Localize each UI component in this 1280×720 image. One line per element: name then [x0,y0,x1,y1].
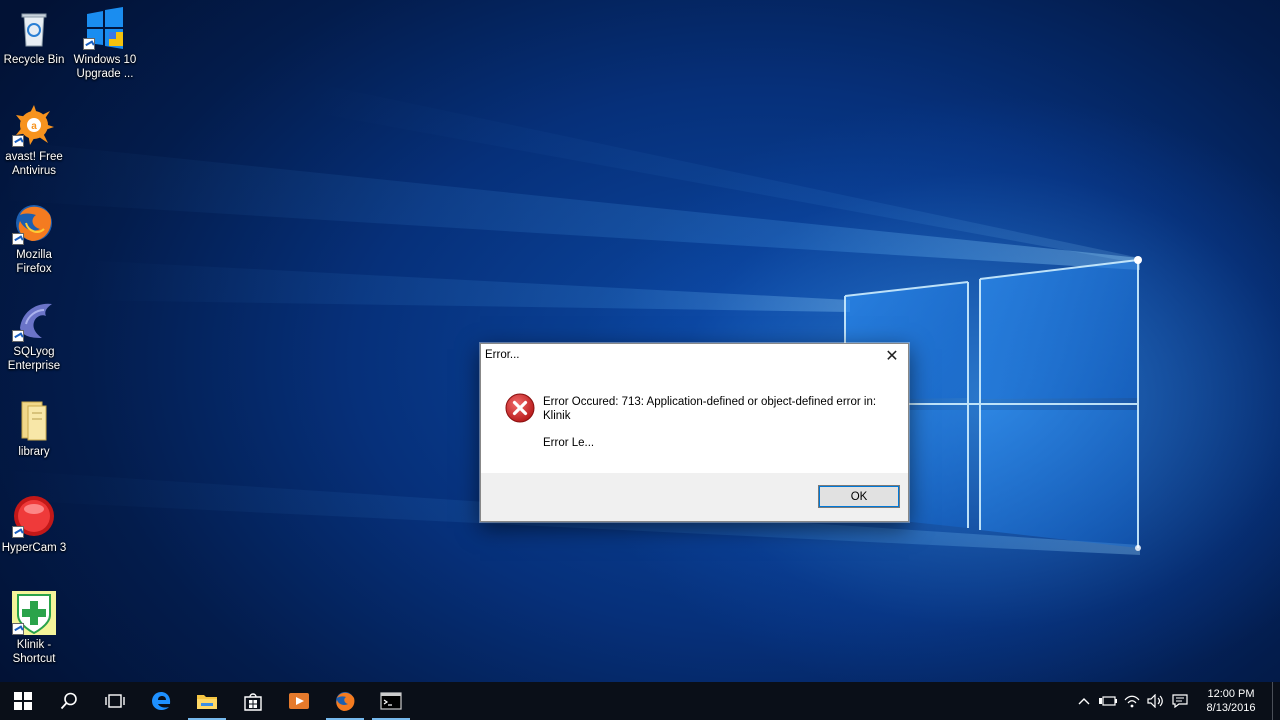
close-icon: ✕ [885,348,899,365]
taskbar-file-explorer[interactable] [184,682,230,720]
desktop-icon-label: Windows 10 Upgrade ... [73,54,137,80]
search-button[interactable] [46,682,92,720]
taskbar-store[interactable] [230,682,276,720]
dialog-title: Error... [485,349,520,361]
ok-button[interactable]: OK [818,485,900,508]
desktop-icon-klinik[interactable]: Klinik - Shortcut [0,591,68,666]
taskbar-firefox[interactable] [322,682,368,720]
shortcut-arrow-icon [12,623,24,635]
notification-icon [1172,694,1188,708]
dialog-footer: OK [481,473,908,521]
folder-icon [197,695,217,709]
media-player-icon [289,693,309,709]
clock-date: 8/13/2016 [1206,702,1256,714]
clock[interactable]: 12:00 PM 8/13/2016 [1192,687,1270,715]
shortcut-arrow-icon [12,330,24,342]
desktop-icon-windows-10-upgrade[interactable]: Windows 10 Upgrade ... [71,6,139,81]
shortcut-arrow-icon [12,526,24,538]
taskbar-media-player[interactable] [276,682,322,720]
battery-icon [1099,696,1117,706]
desktop-icon-recycle-bin[interactable]: Recycle Bin [0,6,68,67]
taskbar: 12:00 PM 8/13/2016 [0,682,1280,720]
store-icon [244,693,262,711]
console-icon [380,692,402,710]
windows-logo-icon [83,6,127,50]
close-button[interactable]: ✕ [876,344,908,370]
shortcut-arrow-icon [12,135,24,147]
show-hidden-icons-button[interactable] [1072,682,1096,720]
desktop-icon-label: Recycle Bin [3,54,65,66]
desktop-icon-label: Mozilla Firefox [16,249,52,275]
folder-icon [12,398,56,442]
shortcut-arrow-icon [83,38,95,50]
firefox-icon [12,201,56,245]
windows-start-icon [14,692,32,710]
desktop-icon-label: Klinik - Shortcut [12,639,56,665]
action-center-button[interactable] [1168,682,1192,720]
desktop-icon-library[interactable]: library [0,398,68,459]
system-tray: 12:00 PM 8/13/2016 [1072,682,1280,720]
desktop-icon-hypercam[interactable]: HyperCam 3 [0,494,68,555]
error-icon [505,393,535,423]
speaker-icon [1147,694,1163,708]
chevron-up-icon [1078,698,1090,705]
desktop-icon-label: library [18,446,50,458]
klinik-icon [12,591,56,635]
windows-logo-wallpaper [0,80,1142,555]
task-view-button[interactable] [92,682,138,720]
desktop-icon-firefox[interactable]: Mozilla Firefox [0,201,68,276]
desktop-icon-avast[interactable]: a avast! Free Antivirus [0,103,68,178]
error-dialog: Error... ✕ Error Occured: 713: Applicati… [480,343,909,522]
taskbar-edge[interactable] [138,682,184,720]
error-detail: Error Le... [543,437,595,449]
desktop-icon-label: SQLyog Enterprise [7,346,61,372]
task-view-icon [105,694,125,708]
show-desktop-button[interactable] [1272,682,1280,720]
desktop-icon-sqlyog[interactable]: SQLyog Enterprise [0,298,68,373]
desktop-icon-label: HyperCam 3 [1,542,67,554]
search-icon [60,692,77,710]
network-tray-button[interactable] [1120,682,1144,720]
edge-icon [152,692,171,710]
recycle-bin-icon [12,6,56,50]
shortcut-arrow-icon [12,233,24,245]
firefox-icon [336,692,355,711]
volume-tray-button[interactable] [1144,682,1168,720]
wifi-icon [1124,695,1140,708]
svg-text:a: a [31,121,37,132]
clock-time: 12:00 PM [1207,688,1255,700]
desktop-icon-label: avast! Free Antivirus [5,151,63,177]
taskbar-console[interactable] [368,682,414,720]
record-icon [12,494,56,538]
start-button[interactable] [0,682,46,720]
avast-icon: a [12,103,56,147]
desktop-wallpaper [0,0,1280,682]
dolphin-icon [12,298,56,342]
battery-tray-button[interactable] [1096,682,1120,720]
error-message: Error Occured: 713: Application-defined … [543,396,877,422]
